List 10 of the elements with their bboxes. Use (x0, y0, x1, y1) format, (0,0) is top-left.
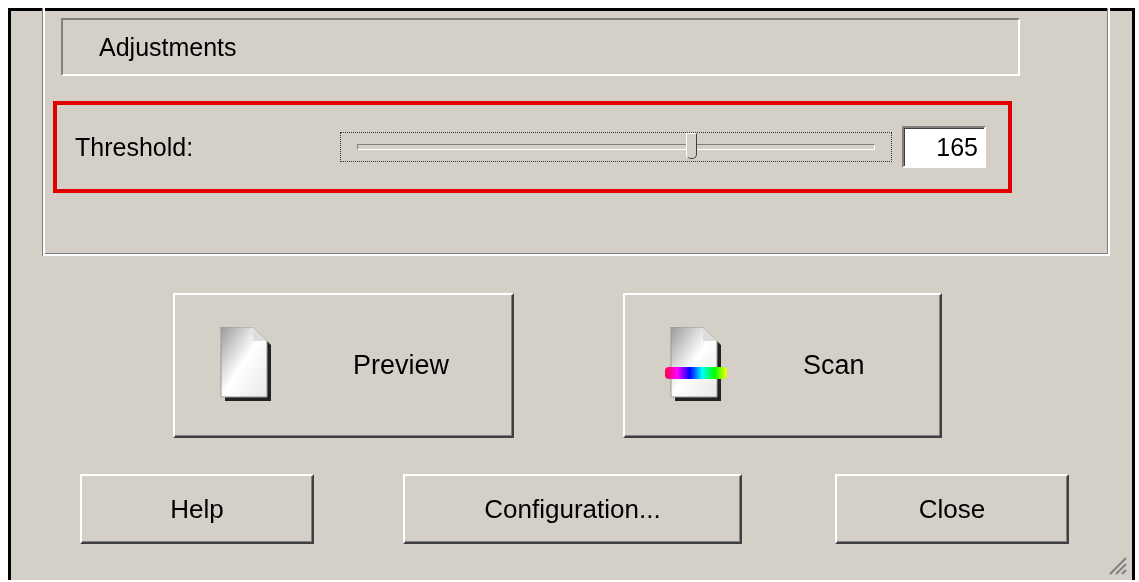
dialog-button[interactable]: Close (835, 474, 1069, 544)
slider-thumb[interactable] (685, 133, 697, 159)
threshold-value-field[interactable]: 165 (902, 126, 986, 168)
threshold-slider[interactable] (340, 132, 892, 162)
section-title: Adjustments (99, 32, 237, 62)
threshold-label: Threshold: (75, 132, 195, 162)
scan-button[interactable]: Scan (623, 293, 942, 438)
preview-button[interactable]: Preview (173, 293, 514, 438)
dialog-button[interactable]: Configuration... (403, 474, 742, 544)
dialog-button[interactable]: Help (80, 474, 314, 544)
